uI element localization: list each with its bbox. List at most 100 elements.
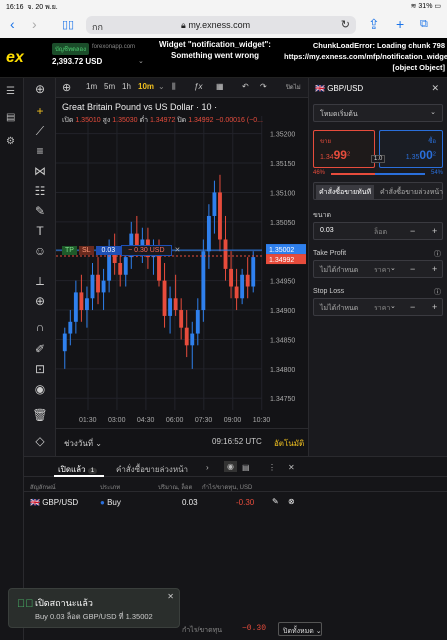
account-summary-bar: กำไร/ขาดทุน −0.30 ปิดทั้งหมด ⌄	[180, 620, 447, 640]
ohlc-readout: เปิด 1.35010 สูง 1.35030 ต่ำ 1.34972 ปิด…	[62, 117, 263, 124]
y-tick-label: 1.34950	[270, 279, 295, 286]
y-tick-label: 1.34800	[270, 367, 295, 374]
chevron-right-icon[interactable]: ›	[206, 463, 209, 472]
emoji-icon[interactable]: ☺	[32, 244, 48, 258]
chart-title: Great Britain Pound vs US Dollar · 10 ·	[62, 102, 218, 112]
zoom-icon[interactable]: ⊕	[32, 294, 48, 308]
eye-icon[interactable]: ◉	[224, 461, 237, 472]
channel-icon[interactable]: ≡	[32, 144, 48, 158]
reload-icon[interactable]: ↻	[341, 18, 350, 31]
forward-icon[interactable]: ›	[32, 16, 37, 32]
buy-button[interactable]: ซื้อ 1.35002	[379, 130, 443, 168]
candle-body	[96, 274, 100, 293]
close-icon[interactable]: ✕	[167, 592, 174, 601]
brush-icon[interactable]: ✎	[32, 204, 48, 218]
back-icon[interactable]: ‹	[10, 16, 15, 32]
date-range-button[interactable]: ช่วงวันที่ ⌄	[64, 437, 102, 450]
account-balance[interactable]: 2,393.72 USD	[52, 57, 102, 66]
edit-icon[interactable]: ✎	[272, 497, 279, 506]
success-toast: ✓⃝ เปิดสถานะแล้ว Buy 0.03 ล็อต GBP/USD ท…	[8, 588, 180, 628]
lock-icon[interactable]: ⊡	[32, 362, 48, 376]
x-tick-label: 01:30	[79, 417, 97, 424]
chevron-down-icon[interactable]: ⌄	[158, 82, 165, 91]
candle-body	[118, 263, 123, 275]
undo-icon[interactable]: ↶	[242, 82, 249, 91]
expand-icon[interactable]: ◇	[32, 434, 48, 448]
calendar-icon[interactable]: ▤	[6, 112, 15, 123]
fib-icon[interactable]: ☷	[32, 184, 48, 198]
minus-icon[interactable]: −	[410, 264, 415, 274]
add-indicator-icon[interactable]: ⊕	[62, 81, 71, 94]
x-tick-label: 06:00	[166, 417, 184, 424]
close-position-icon[interactable]: ⊗	[288, 497, 295, 506]
lock-drawings-icon[interactable]: ✐	[32, 342, 48, 356]
plus-icon[interactable]: +	[432, 302, 437, 312]
candle-body	[223, 239, 228, 269]
tabs-icon[interactable]: ⧉	[420, 18, 428, 31]
utc-clock: 09:16:52 UTC	[212, 437, 262, 446]
tab-pending-orders[interactable]: คำสั่งซื้อขายล่วงหน้า	[116, 463, 188, 476]
pattern-icon[interactable]: ⋈	[32, 164, 48, 178]
crosshair-icon[interactable]: +	[32, 104, 48, 118]
close-all-button[interactable]: ปิดทั้งหมด ⌄	[278, 622, 322, 636]
close-icon[interactable]: ✕	[288, 463, 295, 472]
indicators-icon[interactable]: ƒx	[194, 82, 202, 91]
minus-icon[interactable]: −	[410, 226, 415, 236]
plus-icon[interactable]: +	[432, 264, 437, 274]
sl-handle[interactable]: SL	[78, 245, 94, 255]
drawing-toolbar: ⊕ + ⟋ ≡ ⋈ ☷ ✎ T ☺ ⟂ ⊕ ∩ ✐ ⊡ ◉ 🗑︎ ◇	[24, 78, 56, 458]
close-icon[interactable]: ✕	[175, 246, 181, 254]
candle-body	[201, 251, 206, 311]
position-pnl: -0.30	[236, 498, 255, 507]
candle-body	[190, 333, 195, 346]
layout-icon[interactable]: ▦	[216, 82, 224, 91]
sell-button[interactable]: ขาย 1.34992	[313, 130, 375, 168]
close-icon[interactable]: ✕	[431, 83, 439, 94]
menu-icon[interactable]: ☰	[6, 86, 15, 97]
tp-handle[interactable]: TP	[62, 245, 77, 255]
position-line-label[interactable]: TP SL 0.03 − 0.30 USD ✕	[62, 244, 180, 256]
info-icon[interactable]: ⓘ	[434, 287, 441, 297]
stop-loss-input[interactable]: ไม่ได้กำหนด ราคา ⌄ − +	[313, 298, 443, 316]
timeframe-10m[interactable]: 10m	[138, 82, 154, 91]
table-row[interactable]: 🇬🇧 GBP/USD ● Buy 0.03 -0.30 ✎ ⊗	[24, 493, 314, 511]
timeframe-1h[interactable]: 1h	[122, 82, 131, 91]
text-tool-icon[interactable]: T	[32, 224, 48, 238]
trendline-icon[interactable]: ⟋	[32, 124, 48, 139]
text-size-button[interactable]: กก	[92, 20, 103, 34]
more-icon[interactable]: ⋮	[268, 463, 276, 472]
address-bar[interactable]: กก 🔒︎ my.exness.com ↻	[86, 16, 356, 34]
info-icon[interactable]: ⓘ	[434, 249, 441, 259]
eye-icon[interactable]: ◉	[32, 382, 48, 396]
ruler-icon[interactable]: ⟂	[32, 274, 48, 289]
trash-icon[interactable]: 🗑︎	[32, 408, 48, 422]
volume-input[interactable]: 0.03 ล็อต − +	[313, 222, 443, 240]
chevron-down-icon[interactable]: ⌄	[138, 57, 144, 65]
timeframe-1m[interactable]: 1m	[86, 82, 97, 91]
order-mode-select[interactable]: โหมดเริ่มต้น ⌄	[313, 104, 443, 122]
chart-type-icon[interactable]: ⫼	[172, 82, 176, 92]
plus-icon[interactable]: +	[432, 226, 437, 236]
archive-icon[interactable]: ▤	[242, 463, 250, 472]
price-chart[interactable]: 1.352001.351501.351001.350501.350001.349…	[56, 98, 308, 428]
pnl-label: กำไร/ขาดทุน	[182, 627, 223, 634]
chart-footer: ช่วงวันที่ ⌄ 09:16:52 UTC อัตโนมัติ	[56, 428, 308, 456]
chevron-down-icon: ⌄	[390, 265, 396, 272]
auto-scale-button[interactable]: อัตโนมัติ	[274, 437, 304, 450]
new-tab-icon[interactable]: +	[396, 16, 404, 32]
redo-icon[interactable]: ↷	[260, 82, 267, 91]
order-symbol[interactable]: 🇬🇧 GBP/USD	[315, 84, 363, 93]
settings-icon[interactable]: ⚙	[6, 136, 15, 147]
magnet-icon[interactable]: ∩	[32, 320, 48, 334]
book-icon[interactable]: ▯▯	[62, 18, 74, 31]
tab-pending-order[interactable]: คำสั่งซื้อขายล่วงหน้า	[380, 187, 443, 198]
take-profit-input[interactable]: ไม่ได้กำหนด ราคา ⌄ − +	[313, 260, 443, 278]
chart-canvas[interactable]: 1.352001.351501.351001.350501.350001.349…	[56, 98, 308, 428]
add-icon[interactable]: ⊕	[32, 82, 48, 96]
flag-icon: 🇬🇧	[30, 498, 40, 507]
minus-icon[interactable]: −	[410, 302, 415, 312]
tab-market-order[interactable]: คำสั่งซื้อขายทันที	[316, 185, 375, 200]
share-icon[interactable]: ⇪	[368, 16, 380, 33]
timeframe-5m[interactable]: 5m	[104, 82, 115, 91]
lock-icon: 🔒︎	[181, 20, 186, 30]
